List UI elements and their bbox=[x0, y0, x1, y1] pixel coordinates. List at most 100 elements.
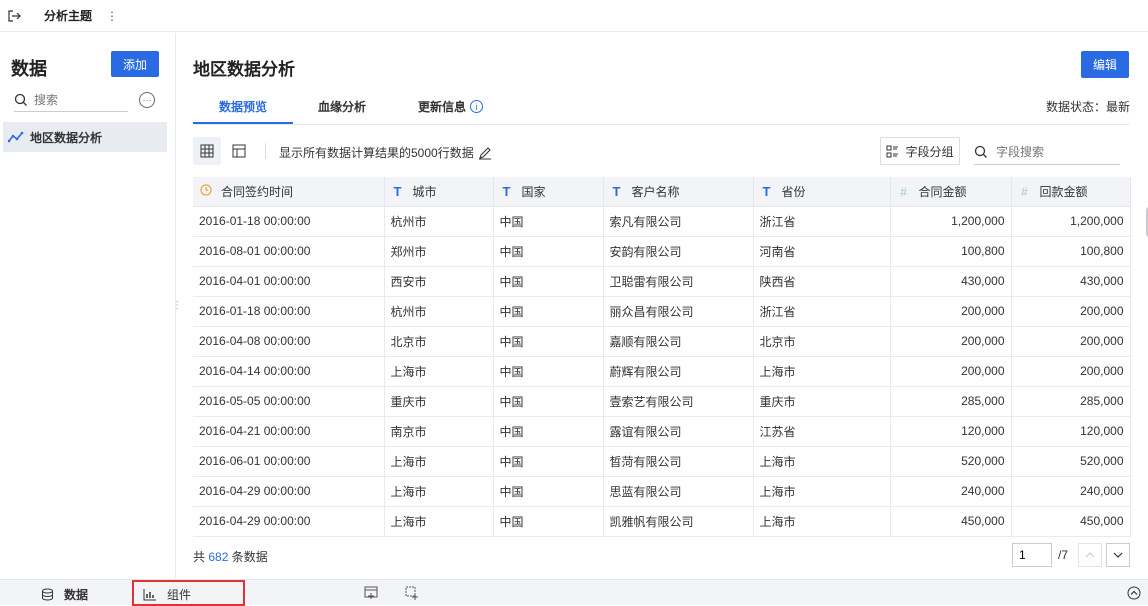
table-row: 2016-04-14 00:00:00 上海市 中国 蔚辉有限公司 上海市 200,000… bbox=[193, 356, 1131, 387]
column-header-contract-date[interactable]: 合同签约时间 bbox=[193, 177, 385, 207]
column-header-contract-amount[interactable]: # 合同金额 bbox=[890, 177, 1012, 207]
table-cell: 上海市 bbox=[384, 446, 494, 477]
table-cell: 285,000 bbox=[890, 386, 1012, 417]
table-row: 2016-05-05 00:00:00 重庆市 中国 壹索艺有限公司 重庆市 285,00… bbox=[193, 386, 1131, 417]
exit-icon[interactable] bbox=[0, 9, 28, 23]
column-header-province[interactable]: T 省份 bbox=[753, 177, 891, 207]
table-cell: 285,000 bbox=[1011, 386, 1131, 417]
table-cell: 上海市 bbox=[753, 446, 891, 477]
field-search[interactable] bbox=[974, 139, 1120, 165]
bottom-bar: 数据 组件 bbox=[0, 579, 1148, 606]
table-cell: 200,000 bbox=[890, 326, 1012, 357]
table-cell: 上海市 bbox=[753, 356, 891, 387]
sidebar-item-label: 地区数据分析 bbox=[30, 130, 103, 145]
table-cell: 中国 bbox=[493, 206, 604, 237]
table-cell: 中国 bbox=[493, 476, 604, 507]
table-cell: 凯雅帆有限公司 bbox=[603, 506, 754, 537]
table-cell: 100,800 bbox=[1011, 236, 1131, 267]
table-cell: 1,200,000 bbox=[890, 206, 1012, 237]
collapse-up-icon[interactable] bbox=[1127, 586, 1141, 600]
tab-update-info-label: 更新信息 bbox=[418, 100, 467, 114]
table-cell: 中国 bbox=[493, 506, 604, 537]
total-count-number: 682 bbox=[208, 550, 229, 564]
table-cell: 2016-05-05 00:00:00 bbox=[193, 386, 385, 417]
table-cell: 北京市 bbox=[753, 326, 891, 357]
table-cell: 520,000 bbox=[890, 446, 1012, 477]
column-header-city[interactable]: T 城市 bbox=[384, 177, 494, 207]
table-cell: 430,000 bbox=[890, 266, 1012, 297]
table-cell: 450,000 bbox=[890, 506, 1012, 537]
table-cell: 中国 bbox=[493, 446, 604, 477]
column-header-customer[interactable]: T 客户名称 bbox=[603, 177, 754, 207]
table-row: 2016-04-08 00:00:00 北京市 中国 嘉顺有限公司 北京市 200,000… bbox=[193, 326, 1131, 357]
add-component-icon[interactable] bbox=[405, 586, 419, 600]
info-icon[interactable]: i bbox=[470, 100, 484, 113]
table-row: 2016-04-21 00:00:00 南京市 中国 露谊有限公司 江苏省 120,000… bbox=[193, 416, 1131, 447]
sidebar-item-region-analysis[interactable]: 地区数据分析 bbox=[3, 122, 167, 152]
table-cell: 中国 bbox=[493, 326, 604, 357]
data-table: 合同签约时间 T 城市 T 国家 T 客户名称 T 省份 # 合同金额 # 回款金额 201… bbox=[193, 177, 1131, 537]
table-cell: 思蓝有限公司 bbox=[603, 476, 754, 507]
chevron-down-icon bbox=[1113, 552, 1123, 558]
table-row: 2016-04-29 00:00:00 上海市 中国 凯雅帆有限公司 上海市 450,00… bbox=[193, 506, 1131, 537]
text-type-icon: T bbox=[502, 183, 511, 199]
tab-lineage[interactable]: 血缘分析 bbox=[318, 98, 366, 115]
row-limit-setting[interactable]: 显示所有数据计算结果的5000行数据 bbox=[279, 144, 492, 161]
table-row: 2016-01-18 00:00:00 杭州市 中国 丽众昌有限公司 浙江省 200,00… bbox=[193, 296, 1131, 327]
data-sidebar: 数据 添加 ··· 地区数据分析 bbox=[0, 33, 176, 578]
sidebar-search-input[interactable] bbox=[34, 92, 114, 107]
table-footer: 共 682 条数据 /7 bbox=[193, 541, 1130, 571]
add-dashboard-icon[interactable] bbox=[364, 586, 378, 600]
table-cell: 卫聪雷有限公司 bbox=[603, 266, 754, 297]
prev-page-button[interactable] bbox=[1078, 543, 1102, 567]
bottom-tab-data[interactable]: 数据 bbox=[41, 586, 88, 603]
sidebar-heading: 数据 bbox=[11, 59, 47, 79]
table-header-row: 合同签约时间 T 城市 T 国家 T 客户名称 T 省份 # 合同金额 # 回款金额 bbox=[193, 177, 1131, 207]
table-cell: 中国 bbox=[493, 236, 604, 267]
table-cell: 100,800 bbox=[890, 236, 1012, 267]
table-cell: 120,000 bbox=[1011, 416, 1131, 447]
sidebar-search[interactable] bbox=[14, 88, 128, 112]
table-cell: 200,000 bbox=[1011, 356, 1131, 387]
page-title: 地区数据分析 bbox=[193, 60, 295, 79]
column-header-payment-amount[interactable]: # 回款金额 bbox=[1011, 177, 1131, 207]
page-number-input[interactable] bbox=[1011, 543, 1052, 567]
active-tab-indicator bbox=[193, 122, 293, 124]
field-search-input[interactable] bbox=[996, 144, 1106, 159]
tab-data-preview[interactable]: 数据预览 bbox=[219, 98, 267, 115]
edit-button[interactable]: 编辑 bbox=[1081, 51, 1129, 78]
field-group-icon bbox=[886, 145, 899, 157]
more-options-icon[interactable]: ··· bbox=[139, 92, 155, 108]
line-chart-icon bbox=[8, 131, 24, 143]
text-type-icon: T bbox=[612, 183, 621, 199]
table-cell: 2016-04-21 00:00:00 bbox=[193, 416, 385, 447]
data-grid: 合同签约时间 T 城市 T 国家 T 客户名称 T 省份 # 合同金额 # 回款金额 201… bbox=[193, 177, 1148, 539]
grid-view-icon[interactable] bbox=[193, 137, 221, 165]
column-header-country[interactable]: T 国家 bbox=[493, 177, 604, 207]
database-icon bbox=[42, 588, 53, 601]
next-page-button[interactable] bbox=[1106, 543, 1130, 567]
table-cell: 中国 bbox=[493, 416, 604, 447]
layout-view-icon[interactable] bbox=[225, 137, 253, 165]
analysis-topic-title[interactable]: 分析主题 bbox=[28, 7, 106, 24]
table-row: 2016-06-01 00:00:00 上海市 中国 晳菏有限公司 上海市 520,000… bbox=[193, 446, 1131, 477]
search-icon bbox=[974, 145, 987, 158]
table-cell: 杭州市 bbox=[384, 296, 494, 327]
add-button[interactable]: 添加 bbox=[111, 51, 159, 77]
table-cell: 嘉顺有限公司 bbox=[603, 326, 754, 357]
edit-pencil-icon[interactable] bbox=[478, 146, 492, 160]
table-cell: 浙江省 bbox=[753, 296, 891, 327]
bottom-tab-component[interactable]: 组件 bbox=[143, 586, 191, 603]
table-row: 2016-01-18 00:00:00 杭州市 中国 索凡有限公司 浙江省 1,200,0… bbox=[193, 206, 1131, 237]
field-group-button[interactable]: 字段分组 bbox=[880, 137, 960, 165]
search-icon bbox=[14, 93, 27, 106]
table-cell: 200,000 bbox=[1011, 296, 1131, 327]
table-row: 2016-04-29 00:00:00 上海市 中国 思蓝有限公司 上海市 240,000… bbox=[193, 476, 1131, 507]
text-type-icon: T bbox=[393, 183, 402, 199]
main-panel: 地区数据分析 编辑 数据预览 血缘分析 更新信息 i 数据状态：最新 显示所有数… bbox=[177, 33, 1148, 578]
tab-update-info[interactable]: 更新信息 i bbox=[418, 98, 484, 115]
page-total: /7 bbox=[1057, 548, 1068, 562]
table-row: 2016-04-01 00:00:00 西安市 中国 卫聪雷有限公司 陕西省 430,00… bbox=[193, 266, 1131, 297]
table-cell: 450,000 bbox=[1011, 506, 1131, 537]
more-menu-icon[interactable]: ⋮ bbox=[106, 9, 118, 23]
